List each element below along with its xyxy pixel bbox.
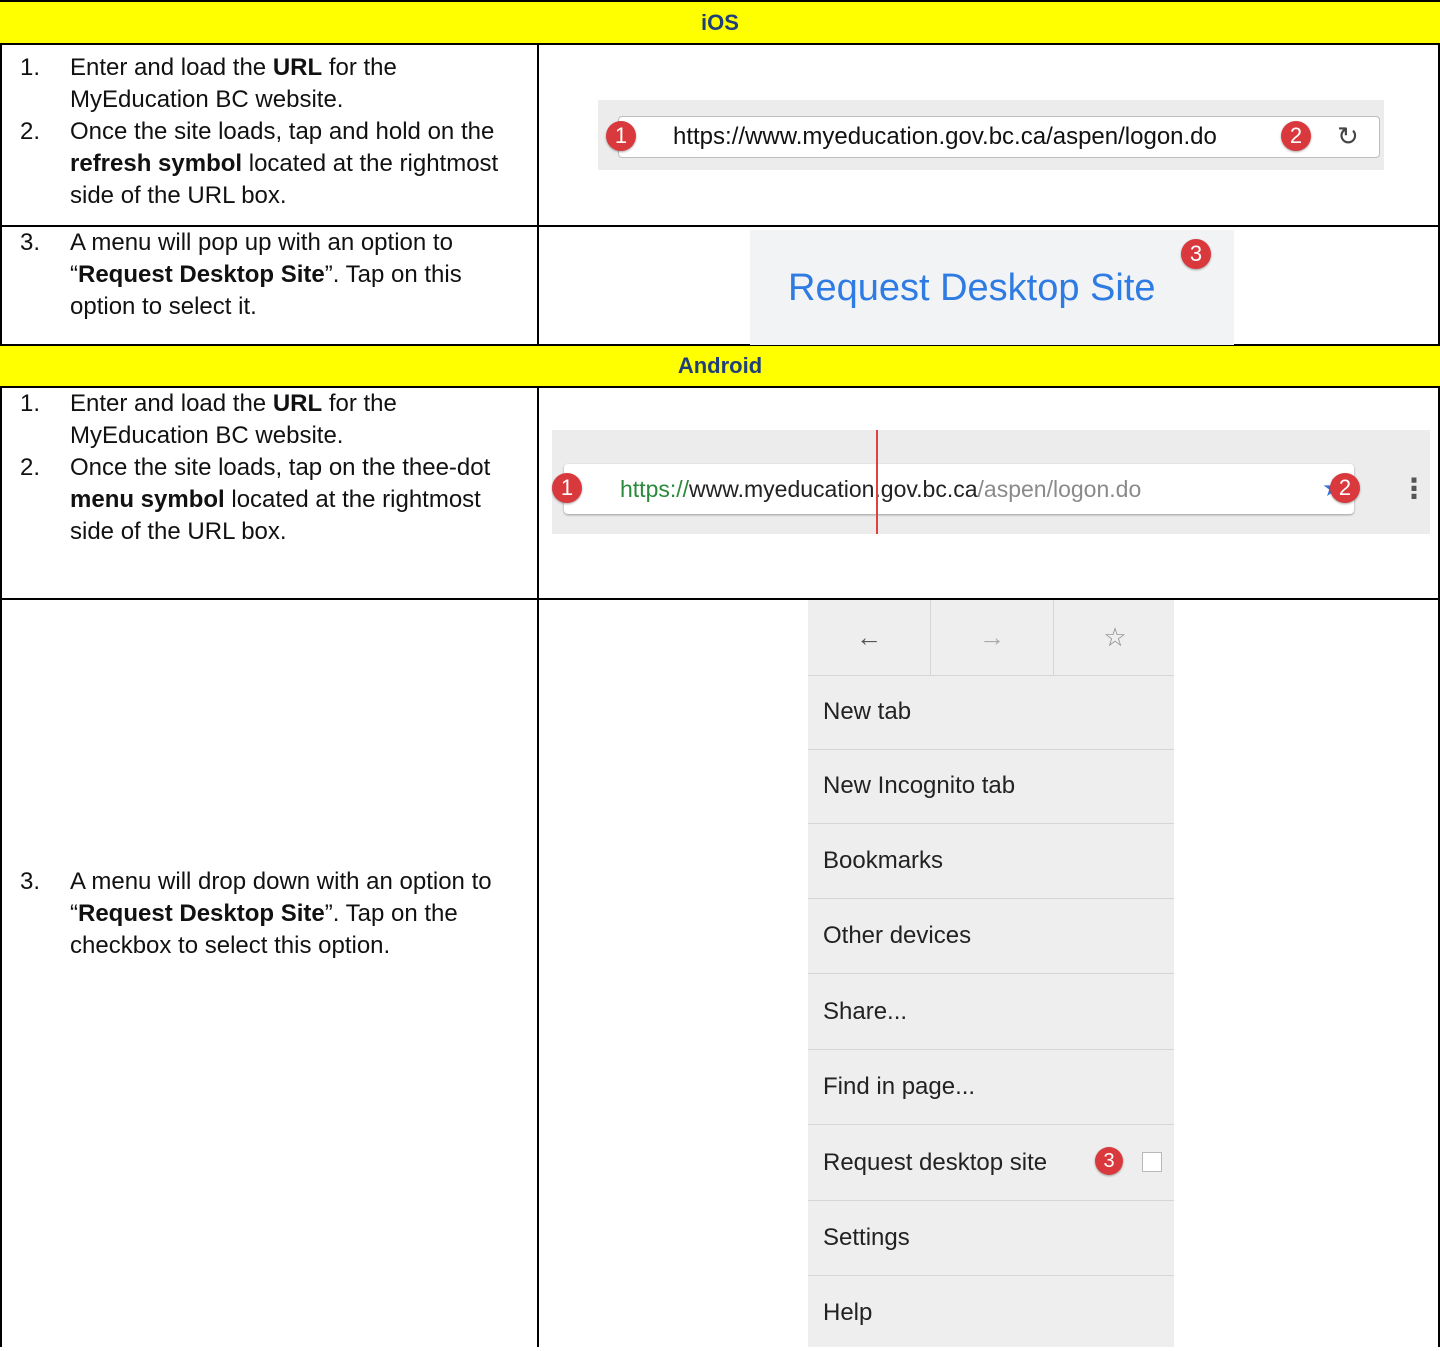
step-item: 2. Once the site loads, tap on the thee-d… bbox=[20, 452, 520, 548]
highlight-line bbox=[876, 430, 878, 534]
menu-item-label: Settings bbox=[823, 1224, 910, 1251]
refresh-icon: ↻ bbox=[1337, 121, 1359, 151]
android-url-screenshot: https://www.myeducation.gov.bc.ca/aspen/… bbox=[552, 430, 1430, 534]
step-bold: refresh symbol bbox=[70, 150, 243, 177]
step-number: 3. bbox=[20, 229, 41, 256]
step-bold: Request Desktop Site bbox=[78, 900, 325, 927]
callout-badge-3: 3 bbox=[1181, 239, 1211, 269]
table-border bbox=[0, 0, 2, 1347]
ios-url-text: https://www.myeducation.gov.bc.ca/aspen/… bbox=[673, 123, 1217, 150]
callout-badge-1: 1 bbox=[552, 473, 582, 503]
ios-section-header: iOS bbox=[0, 2, 1440, 43]
step-number: 2. bbox=[20, 118, 41, 145]
step-item: 2. Once the site loads, tap and hold on t… bbox=[20, 116, 520, 212]
ios-header-label: iOS bbox=[701, 9, 739, 35]
menu-item-label: Find in page... bbox=[823, 1073, 976, 1100]
android-url-text: https://www.myeducation.gov.bc.ca/aspen/… bbox=[620, 476, 1141, 503]
ios-request-desktop-screenshot: Request Desktop Site 3 bbox=[750, 230, 1234, 345]
step-number: 3. bbox=[20, 868, 41, 895]
step-item: 3. A menu will pop up with an option to “… bbox=[20, 227, 520, 323]
android-step-3: 3. A menu will drop down with an option t… bbox=[20, 866, 520, 962]
table-border bbox=[537, 386, 539, 1347]
step-text: Once the site loads, tap on the thee-dot bbox=[70, 454, 491, 481]
step-bold: URL bbox=[272, 390, 323, 417]
menu-item-label: Bookmarks bbox=[823, 847, 944, 874]
menu-item-share: Share... bbox=[808, 976, 1174, 1050]
ios-steps-1-2: 1. Enter and load the URL for the MyEduca… bbox=[20, 52, 520, 212]
menu-item-label: Other devices bbox=[823, 922, 972, 949]
table-border bbox=[0, 43, 1440, 45]
android-menu-screenshot: ← → ☆ New tab New Incognito tab Bookmark… bbox=[808, 600, 1174, 1347]
menu-item-help: Help bbox=[808, 1277, 1174, 1351]
menu-item-settings: Settings bbox=[808, 1202, 1174, 1276]
menu-item-label: New tab bbox=[823, 698, 912, 725]
ios-url-box: https://www.myeducation.gov.bc.ca/aspen/… bbox=[618, 116, 1380, 158]
star-icon: ☆ bbox=[1103, 622, 1127, 652]
menu-item-request-desktop-site: Request desktop site 3 bbox=[808, 1127, 1174, 1201]
step-bold: URL bbox=[272, 54, 323, 81]
android-header-label: Android bbox=[677, 353, 763, 378]
step-bold: Request Desktop Site bbox=[78, 261, 325, 288]
forward-arrow-icon: → bbox=[979, 622, 1005, 652]
step-text: Enter and load the bbox=[70, 54, 273, 81]
request-desktop-site-option: Request Desktop Site bbox=[788, 267, 1156, 309]
step-number: 1. bbox=[20, 54, 41, 81]
step-number: 2. bbox=[20, 454, 41, 481]
url-path: /aspen/logon.do bbox=[977, 476, 1142, 502]
step-text: Enter and load the bbox=[70, 390, 273, 417]
step-bold: menu symbol bbox=[70, 486, 225, 513]
android-url-box: https://www.myeducation.gov.bc.ca/aspen/… bbox=[564, 464, 1354, 514]
step-item: 3. A menu will drop down with an option t… bbox=[20, 866, 520, 962]
menu-item-other-devices: Other devices bbox=[808, 900, 1174, 974]
step-item: 1. Enter and load the URL for the MyEduca… bbox=[20, 388, 520, 452]
menu-item-bookmarks: Bookmarks bbox=[808, 825, 1174, 899]
table-border bbox=[0, 598, 1440, 600]
ios-url-screenshot: https://www.myeducation.gov.bc.ca/aspen/… bbox=[598, 100, 1384, 170]
menu-item-label: Help bbox=[823, 1299, 873, 1326]
table-border bbox=[537, 43, 539, 346]
three-dot-menu-icon: ⋮ bbox=[1400, 473, 1428, 504]
menu-item-find-in-page: Find in page... bbox=[808, 1051, 1174, 1125]
menu-item-label: New Incognito tab bbox=[823, 772, 1016, 799]
menu-item-label: Share... bbox=[823, 998, 908, 1025]
url-domain: www.myeducation.gov.bc.ca bbox=[689, 476, 978, 502]
android-section-header: Android bbox=[0, 346, 1440, 386]
callout-badge-1: 1 bbox=[606, 121, 636, 151]
step-text: Once the site loads, tap and hold on the bbox=[70, 118, 495, 145]
step-number: 1. bbox=[20, 390, 41, 417]
menu-item-new-incognito-tab: New Incognito tab bbox=[808, 750, 1174, 824]
android-steps-1-2: 1. Enter and load the URL for the MyEduca… bbox=[20, 388, 520, 548]
url-scheme: https:// bbox=[620, 476, 690, 502]
menu-item-label: Request desktop site bbox=[823, 1149, 1048, 1176]
request-desktop-checkbox bbox=[1142, 1152, 1162, 1172]
callout-badge-2: 2 bbox=[1330, 473, 1360, 503]
back-arrow-icon: ← bbox=[856, 622, 882, 652]
menu-item-new-tab: New tab bbox=[808, 676, 1174, 750]
callout-badge-2: 2 bbox=[1281, 121, 1311, 151]
ios-step-3: 3. A menu will pop up with an option to “… bbox=[20, 227, 520, 323]
step-item: 1. Enter and load the URL for the MyEduca… bbox=[20, 52, 520, 116]
callout-badge-3: 3 bbox=[1095, 1147, 1123, 1175]
menu-nav-row: ← → ☆ bbox=[808, 600, 1174, 676]
